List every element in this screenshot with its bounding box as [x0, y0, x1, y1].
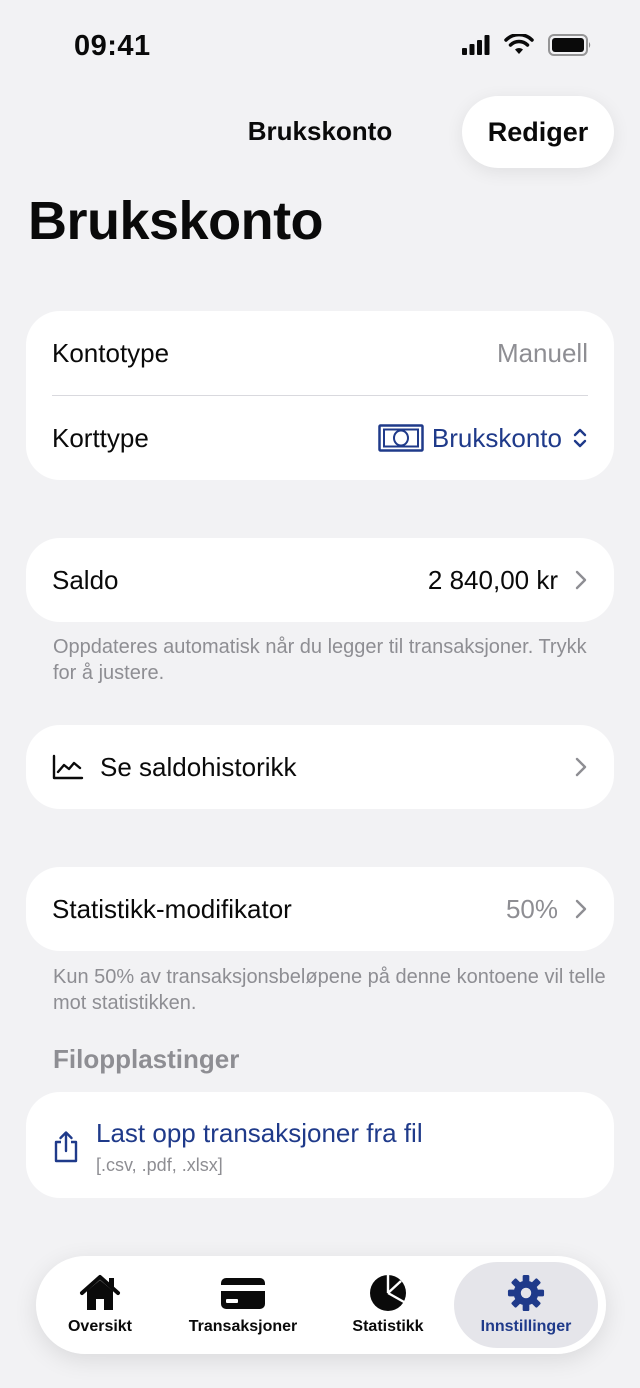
stat-modifier-row[interactable]: Statistikk-modifikator 50%	[26, 867, 614, 951]
stat-modifier-label: Statistikk-modifikator	[52, 893, 292, 924]
tab-transaksjoner[interactable]: Transaksjoner	[176, 1262, 310, 1348]
korttype-value: Brukskonto	[431, 422, 562, 453]
kontotype-label: Kontotype	[52, 337, 170, 368]
battery-icon	[548, 34, 591, 56]
uploads-header: Filopplastinger	[53, 1044, 240, 1074]
korttype-row[interactable]: Korttype Brukskonto	[26, 396, 614, 480]
stat-modifier-card[interactable]: Statistikk-modifikator 50%	[26, 867, 614, 951]
upload-subtitle: [.csv, .pdf, .xlsx]	[96, 1155, 223, 1175]
tab-innstillinger[interactable]: Innstillinger	[454, 1262, 598, 1348]
tab-label: Innstillinger	[480, 1318, 572, 1335]
upload-card[interactable]: Last opp transaksjoner fra fil [.csv, .p…	[26, 1092, 614, 1198]
history-label: Se saldohistorikk	[100, 751, 297, 782]
history-card[interactable]: Se saldohistorikk	[26, 725, 614, 809]
status-icons	[462, 34, 592, 56]
banknote-icon	[378, 424, 424, 452]
edit-button[interactable]: Rediger	[462, 96, 614, 168]
chevron-right-icon	[575, 570, 587, 590]
kontotype-row: Kontotype Manuell	[26, 311, 614, 395]
page-title: Brukskonto	[28, 191, 324, 251]
tab-statistikk[interactable]: Statistikk	[332, 1262, 444, 1348]
share-upload-icon	[54, 1131, 78, 1163]
saldo-row[interactable]: Saldo 2 840,00 kr	[26, 538, 614, 622]
saldo-label: Saldo	[52, 564, 119, 595]
stat-modifier-value: 50%	[505, 893, 558, 924]
stat-modifier-footnote: Kun 50% av transaksjonsbeløpene på denne…	[53, 966, 606, 1014]
gear-icon	[507, 1274, 545, 1312]
tab-oversikt[interactable]: Oversikt	[50, 1262, 150, 1348]
cellular-signal-icon	[462, 35, 490, 55]
history-row[interactable]: Se saldohistorikk	[26, 725, 614, 809]
account-settings-screen: 09:41 Brukskonto Rediger Brukskonto Kont…	[0, 0, 640, 1388]
status-time: 09:41	[74, 30, 151, 62]
upload-button[interactable]: Last opp transaksjoner fra fil [.csv, .p…	[96, 1118, 423, 1176]
tab-label: Transaksjoner	[188, 1318, 298, 1335]
tab-bar: Oversikt Transaksjoner Statistikk Innsti…	[36, 1256, 606, 1354]
saldo-value: 2 840,00 kr	[427, 564, 558, 595]
chevron-right-icon	[575, 899, 587, 919]
pie-chart-icon	[370, 1275, 406, 1311]
account-type-card: Kontotype Manuell Korttype Brukskonto	[26, 311, 614, 480]
kontotype-value: Manuell	[496, 337, 588, 368]
house-icon	[80, 1275, 120, 1310]
korttype-label: Korttype	[52, 422, 149, 453]
tab-label: Oversikt	[67, 1318, 133, 1335]
chevron-right-icon	[575, 757, 587, 777]
line-chart-icon	[52, 754, 84, 780]
credit-card-icon	[221, 1278, 265, 1309]
saldo-footnote: Oppdateres automatisk når du legger til …	[53, 636, 587, 684]
saldo-card[interactable]: Saldo 2 840,00 kr	[26, 538, 614, 622]
upload-title: Last opp transaksjoner fra fil	[96, 1118, 423, 1148]
tab-label: Statistikk	[352, 1318, 424, 1335]
wifi-icon	[504, 34, 534, 54]
chevron-up-down-icon	[573, 428, 587, 448]
